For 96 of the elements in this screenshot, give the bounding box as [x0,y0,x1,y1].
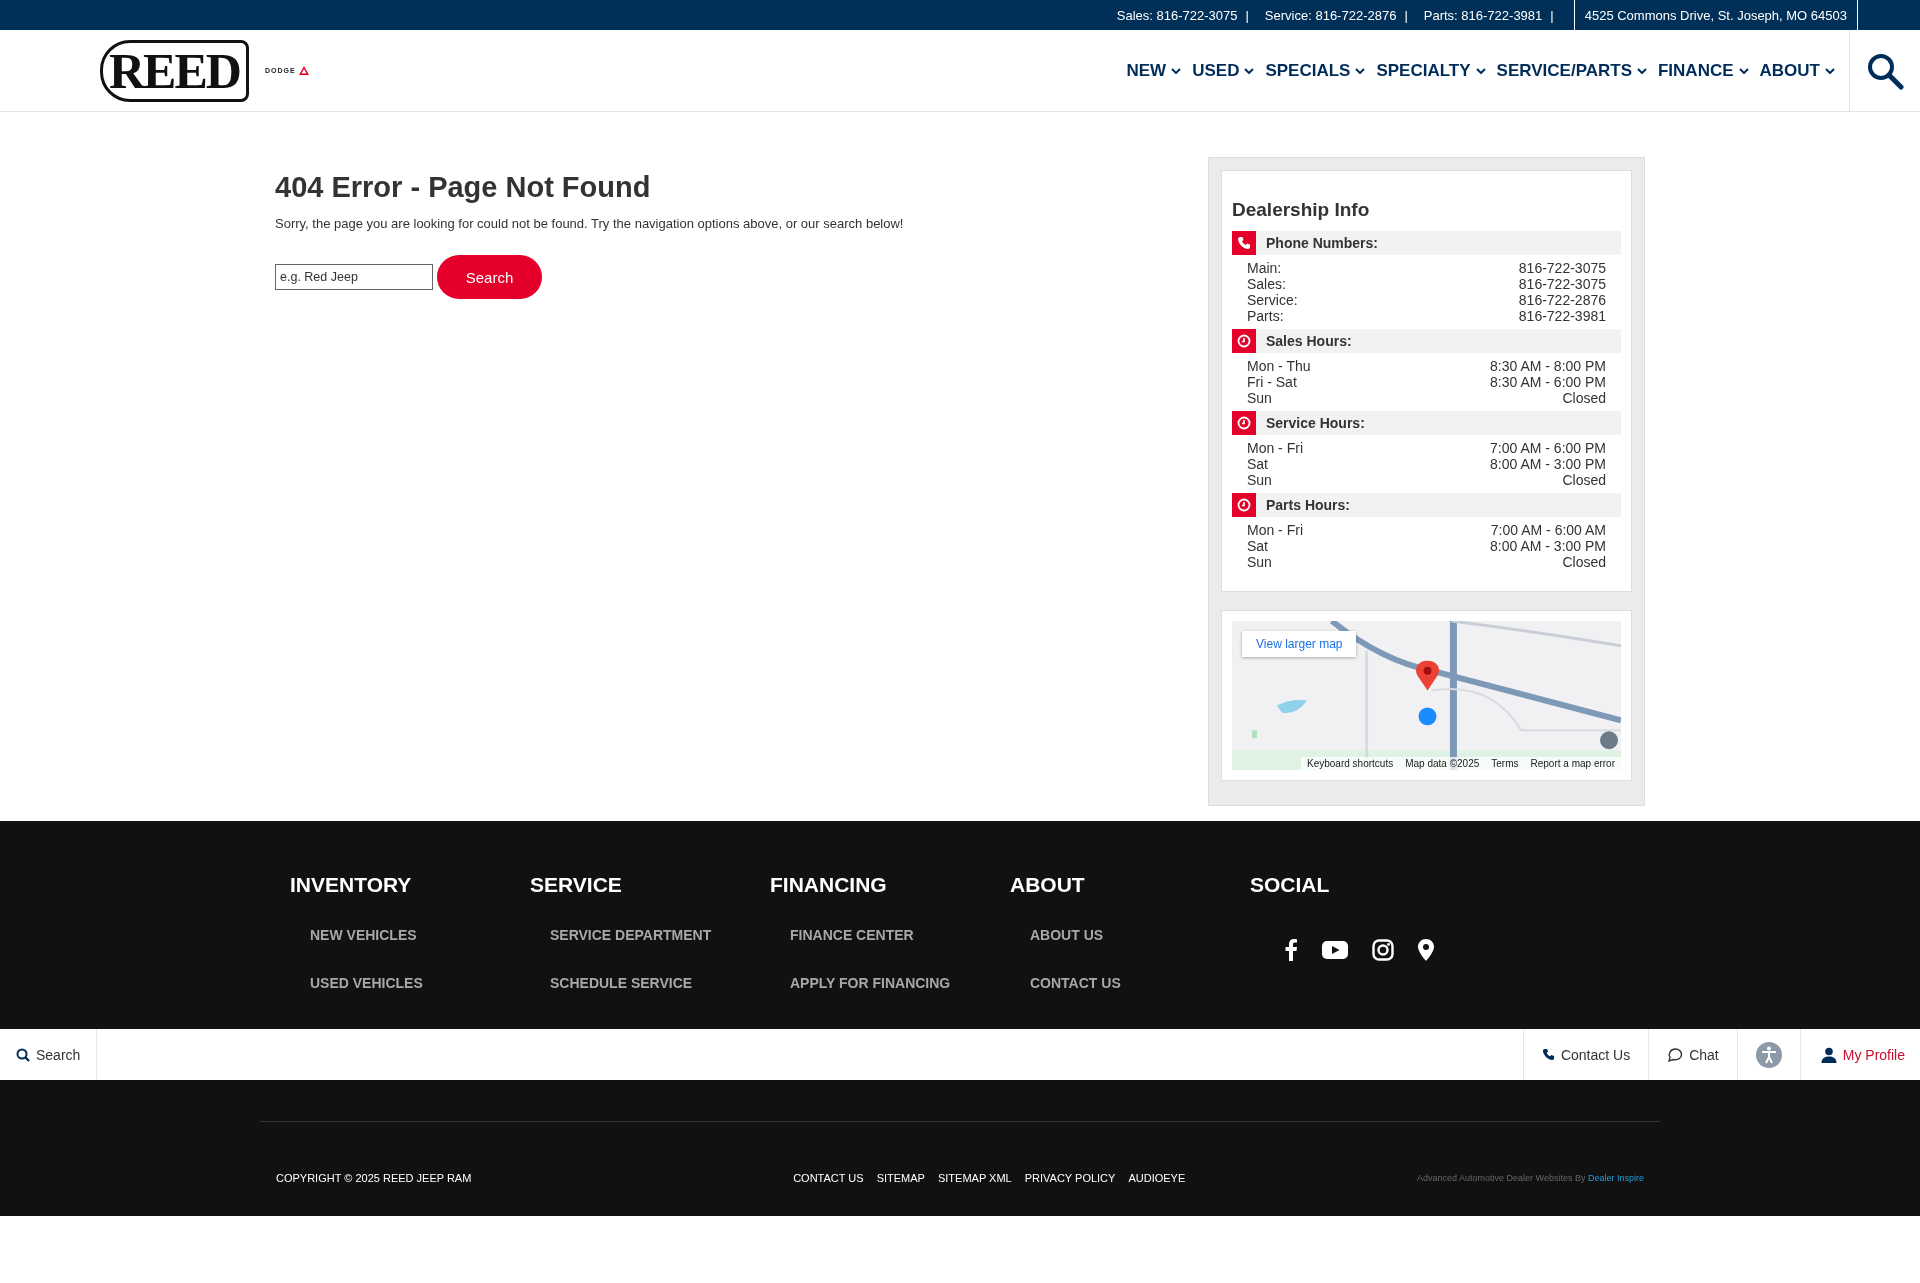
row-value: 816-722-3981 [1518,308,1606,324]
nav-menu[interactable]: USED [1192,60,1255,81]
row-label: Sun [1247,390,1272,406]
footer-heading: FINANCING [770,873,888,897]
row-value: Closed [1562,554,1606,570]
row-label: Sat [1247,456,1268,472]
credit-link[interactable]: Dealer Inspire [1587,1173,1644,1183]
row-value: 816-722-3075 [1518,276,1606,292]
footer-link[interactable]: USED VEHICLES [290,959,530,1007]
nav-menu[interactable]: NEW [1126,60,1182,81]
footer-heading: SOCIAL [1250,873,1331,897]
search-field[interactable]: e.g. Red Jeep [275,264,433,290]
footer-heading: SERVICE [530,873,623,897]
logo[interactable]: REED [100,39,249,102]
person-icon [1820,1046,1837,1063]
row-value: 8:30 AM - 8:00 PM [1490,358,1606,374]
clock-icon [1237,334,1251,348]
section-heading: Service Hours: [1266,415,1365,431]
row-label: Sun [1247,472,1272,488]
phone-link[interactable]: Parts: 816-722-3981 [1423,7,1543,23]
nav-menu[interactable]: SPECIALS [1265,60,1366,81]
view-larger-map-link[interactable]: View larger map [1242,631,1357,657]
row-value: Closed [1562,472,1606,488]
chat-bubble-icon [1667,1046,1684,1063]
row-value: 8:00 AM - 3:00 PM [1490,456,1606,472]
caret-icon [1355,67,1366,74]
row-value: 7:00 AM - 6:00 AM [1490,522,1606,538]
footer-link[interactable]: CONTACT US [1010,959,1250,1007]
footer-link[interactable]: SERVICE DEPARTMENT [530,911,770,959]
row-label: Parts: [1247,308,1284,324]
footer-link[interactable]: FINANCE CENTER [770,911,1010,959]
row-label: Main: [1247,260,1282,276]
row-label: Sat [1247,538,1268,554]
map-attribution-link[interactable]: Terms [1485,757,1525,770]
row-label: Mon - Thu [1247,358,1311,374]
section-heading: Parts Hours: [1266,497,1351,513]
row-label: Sales: [1247,276,1286,292]
caret-icon [1637,67,1647,74]
caret-icon [1244,67,1255,74]
nav-menu[interactable]: SPECIALTY [1376,60,1486,81]
row-value: 7:00 AM - 6:00 PM [1490,440,1606,456]
page-title: 404 Error - Page Not Found [275,171,652,204]
footer-link[interactable]: ABOUT US [1010,911,1250,959]
caret-icon [1825,67,1835,74]
section-heading: Phone Numbers: [1266,235,1378,251]
row-value: 8:30 AM - 6:00 PM [1490,374,1606,390]
map-attribution-link[interactable]: Map data ©2025 [1399,757,1486,770]
phone-icon [1237,236,1251,250]
nav-menu[interactable]: FINANCE [1658,60,1749,81]
footer-heading: ABOUT [1010,873,1086,897]
phone-icon [1541,1048,1555,1061]
camera-icon[interactable] [1372,939,1394,961]
credit-text: Advanced Automotive Dealer Websites By Dealer Inspire [1417,1173,1644,1183]
phone-link[interactable]: Service: 816-722-2876 [1264,7,1397,23]
footer-link[interactable]: CONTACT US [793,1172,864,1184]
separator: | [1245,7,1249,23]
footer-link[interactable]: APPLY FOR FINANCING [770,959,1010,1007]
footer-link[interactable]: SITEMAP [876,1172,925,1184]
video-play-icon[interactable] [1322,941,1348,959]
separator: | [1404,7,1408,23]
search-icon [1866,51,1904,90]
row-label: Mon - Fri [1247,440,1303,456]
error-message: Sorry, the page you are looking for could not be found. Try the navigation options above, or our search below! [275,216,905,231]
row-value: Closed [1562,390,1606,406]
caret-icon [1738,67,1749,74]
footer-heading: INVENTORY [290,873,413,897]
row-label: Sun [1247,554,1272,570]
search-button[interactable]: Search [437,255,542,299]
map-attribution-link[interactable]: Keyboard shortcuts [1301,757,1400,770]
facebook-icon[interactable] [1284,939,1298,961]
footer-link[interactable]: SITEMAP XML [937,1172,1012,1184]
footer-link[interactable]: SCHEDULE SERVICE [530,959,770,1007]
row-value: 816-722-2876 [1518,292,1606,308]
phone-link[interactable]: Sales: 816-722-3075 [1116,7,1238,23]
row-value: 816-722-3075 [1518,260,1606,276]
footer-link[interactable]: NEW VEHICLES [290,911,530,959]
copyright-text: COPYRIGHT © 2025 REED JEEP RAM [276,1172,472,1184]
caret-icon [1171,67,1182,74]
location-pin-icon[interactable] [1418,939,1434,961]
card-title: Dealership Info [1232,199,1371,221]
caret-icon [1475,67,1486,74]
nav-menu[interactable]: ABOUT [1759,60,1835,81]
clock-icon [1237,498,1251,512]
separator: | [1550,7,1554,23]
accessibility-icon [1755,1041,1782,1068]
row-value: 8:00 AM - 3:00 PM [1490,538,1606,554]
section-heading: Sales Hours: [1266,333,1352,349]
footer-link[interactable]: AUDIOEYE [1128,1172,1186,1184]
nav-menu[interactable]: SERVICE/PARTS [1496,60,1647,81]
clock-icon [1237,416,1251,430]
row-label: Mon - Fri [1247,522,1303,538]
row-label: Service: [1247,292,1298,308]
map-attribution-link[interactable]: Report a map error [1524,757,1621,770]
search-icon [16,1047,30,1062]
row-label: Fri - Sat [1247,374,1297,390]
footer-link[interactable]: PRIVACY POLICY [1024,1172,1116,1184]
